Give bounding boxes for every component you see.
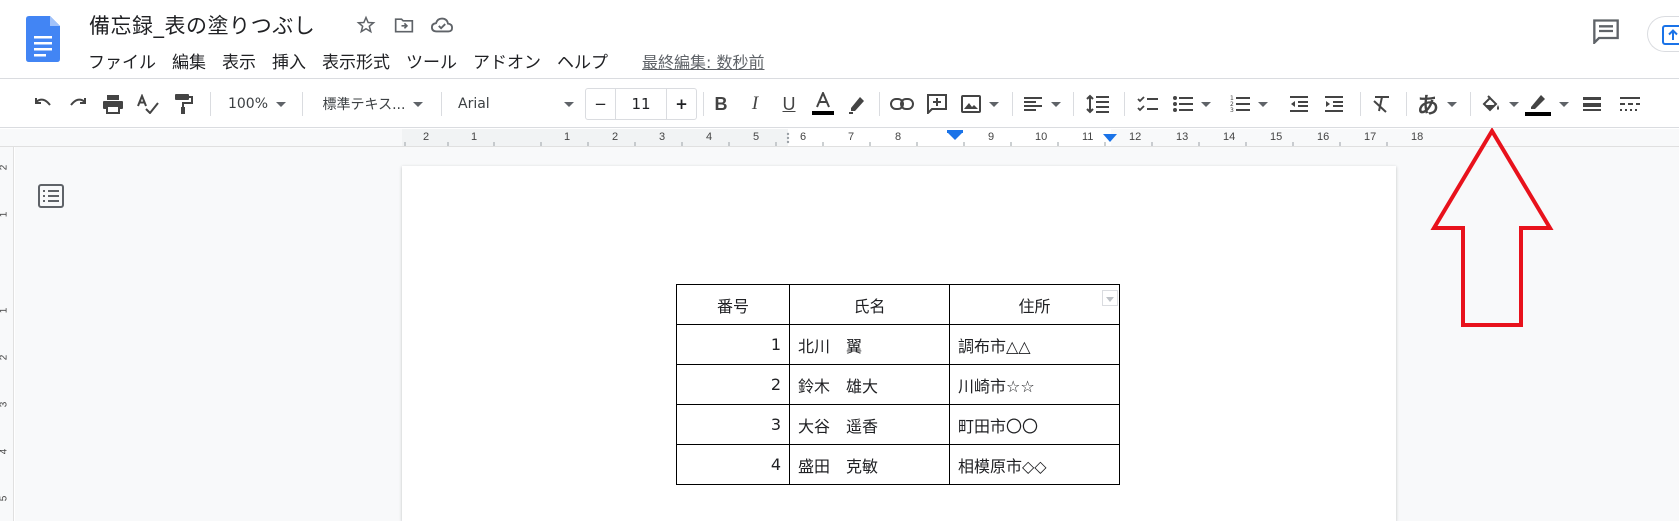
- input-tools-button[interactable]: あ: [1412, 79, 1462, 129]
- align-left-icon[interactable]: [1020, 79, 1064, 129]
- present-icon: [1662, 25, 1679, 45]
- menu-format[interactable]: 表示形式: [314, 46, 398, 75]
- table-row: 1 北川 翼 調布市△△: [676, 324, 1120, 365]
- menu-view[interactable]: 表示: [214, 46, 264, 75]
- table-cell-menu-button[interactable]: [1102, 290, 1118, 306]
- bold-icon[interactable]: B: [706, 79, 736, 129]
- clear-formatting-icon[interactable]: [1366, 79, 1398, 129]
- annotation-arrow-icon: [1430, 127, 1554, 332]
- toolbar: 100% 標準テキス... Arial − 11 + B I U 1 2 3 あ: [0, 78, 1679, 128]
- docs-logo-icon[interactable]: [26, 16, 60, 62]
- menu-bar: ファイル 編集 表示 挿入 表示形式 ツール アドオン ヘルプ 最終編集: 数秒…: [80, 46, 772, 75]
- font-size-decrease-button[interactable]: −: [586, 89, 616, 119]
- chevron-down-icon: [276, 101, 287, 107]
- table-cell[interactable]: 町田市〇〇: [949, 404, 1120, 445]
- numbered-list-icon[interactable]: 123: [1227, 79, 1271, 129]
- table-cell[interactable]: 相模原市◇◇: [949, 444, 1120, 485]
- italic-icon[interactable]: I: [740, 79, 770, 129]
- insert-link-icon[interactable]: [886, 79, 918, 129]
- table-row: 2 鈴木 雄大 川崎市☆☆: [676, 364, 1120, 405]
- font-size-increase-button[interactable]: +: [666, 89, 696, 119]
- comment-history-icon[interactable]: [1592, 18, 1620, 48]
- document-title[interactable]: 備忘録_表の塗りつぶし: [89, 10, 315, 40]
- ruler-column-divider: [786, 132, 790, 144]
- document-outline-icon[interactable]: [38, 184, 64, 212]
- app-header: 備忘録_表の塗りつぶし ファイル 編集 表示 挿入 表示形式 ツール アドオン …: [0, 0, 1679, 78]
- spellcheck-icon[interactable]: [133, 79, 163, 129]
- checklist-icon[interactable]: [1132, 79, 1164, 129]
- border-dash-icon[interactable]: [1614, 79, 1646, 129]
- table-row: 3 大谷 遥香 町田市〇〇: [676, 404, 1120, 445]
- table-header-cell[interactable]: 番号: [676, 284, 790, 325]
- chevron-down-icon: [1201, 101, 1211, 107]
- right-indent-marker: [1103, 134, 1117, 142]
- border-width-icon[interactable]: [1576, 79, 1608, 129]
- chevron-down-icon: [1559, 101, 1569, 107]
- menu-tools[interactable]: ツール: [398, 46, 465, 75]
- table-header-cell[interactable]: 住所: [949, 284, 1120, 325]
- underline-icon[interactable]: U: [774, 79, 804, 129]
- table-cell[interactable]: 2: [676, 364, 790, 405]
- left-indent-marker: [947, 132, 963, 140]
- chevron-down-icon: [413, 101, 424, 107]
- paragraph-style-select[interactable]: 標準テキス...: [314, 79, 432, 129]
- redo-icon[interactable]: [63, 79, 93, 129]
- last-edit-link[interactable]: 最終編集: 数秒前: [634, 46, 772, 75]
- fill-color-icon[interactable]: [1478, 79, 1522, 129]
- undo-icon[interactable]: [28, 79, 58, 129]
- add-comment-icon[interactable]: [922, 79, 952, 129]
- table-cell[interactable]: 川崎市☆☆: [949, 364, 1120, 405]
- table-cell[interactable]: 4: [676, 444, 790, 485]
- table-header-cell[interactable]: 氏名: [789, 284, 950, 325]
- star-icon[interactable]: [352, 12, 380, 38]
- cloud-saved-icon[interactable]: [428, 12, 456, 38]
- border-color-icon[interactable]: [1525, 79, 1569, 129]
- increase-indent-icon[interactable]: [1318, 79, 1350, 129]
- chevron-down-icon: [1509, 101, 1519, 107]
- horizontal-ruler[interactable]: 2 1 1 2 3 4 5 6 7 8 9 10 11 12 13 14 15 …: [0, 129, 1679, 147]
- chevron-down-icon: [1258, 101, 1268, 107]
- print-icon[interactable]: [98, 79, 128, 129]
- table-row: 4 盛田 克敏 相模原市◇◇: [676, 444, 1120, 485]
- chevron-down-icon: [989, 101, 999, 107]
- menu-file[interactable]: ファイル: [80, 46, 164, 75]
- menu-edit[interactable]: 編集: [164, 46, 214, 75]
- menu-addons[interactable]: アドオン: [465, 46, 549, 75]
- table-cell[interactable]: 鈴木 雄大: [789, 364, 950, 405]
- table-header-row: 番号 氏名 住所: [676, 284, 1120, 325]
- table-cell[interactable]: 盛田 克敏: [789, 444, 950, 485]
- line-spacing-icon[interactable]: [1082, 79, 1114, 129]
- table-cell[interactable]: 北川 翼: [789, 324, 950, 365]
- bulleted-list-icon[interactable]: [1170, 79, 1214, 129]
- text-color-icon[interactable]: [808, 79, 838, 129]
- menu-help[interactable]: ヘルプ: [549, 46, 616, 75]
- svg-text:3: 3: [1230, 107, 1234, 113]
- present-button[interactable]: [1647, 16, 1679, 52]
- chevron-down-icon: [1051, 101, 1061, 107]
- chevron-down-icon: [1106, 297, 1114, 302]
- menu-insert[interactable]: 挿入: [264, 46, 314, 75]
- insert-image-icon[interactable]: [958, 79, 1002, 129]
- table-cell[interactable]: 調布市△△: [949, 324, 1120, 365]
- table-cell[interactable]: 3: [676, 404, 790, 445]
- decrease-indent-icon[interactable]: [1283, 79, 1315, 129]
- table-cell[interactable]: 1: [676, 324, 790, 365]
- first-line-indent-marker: [947, 130, 963, 133]
- vertical-ruler[interactable]: 2 1 1 2 3 4 5: [0, 147, 14, 521]
- move-folder-icon[interactable]: [390, 12, 418, 38]
- paint-format-icon[interactable]: [168, 79, 198, 129]
- font-size-stepper: − 11 +: [585, 88, 697, 120]
- chevron-down-icon: [564, 101, 574, 107]
- highlight-color-icon[interactable]: [842, 79, 872, 129]
- data-table[interactable]: 番号 氏名 住所 1 北川 翼 調布市△△ 2 鈴木 雄大 川崎市☆☆ 3 大谷…: [676, 284, 1120, 485]
- chevron-down-icon: [1447, 101, 1457, 107]
- table-cell[interactable]: 大谷 遥香: [789, 404, 950, 445]
- font-size-input[interactable]: 11: [616, 89, 666, 119]
- zoom-select[interactable]: 100%: [222, 79, 292, 129]
- font-family-select[interactable]: Arial: [458, 79, 574, 129]
